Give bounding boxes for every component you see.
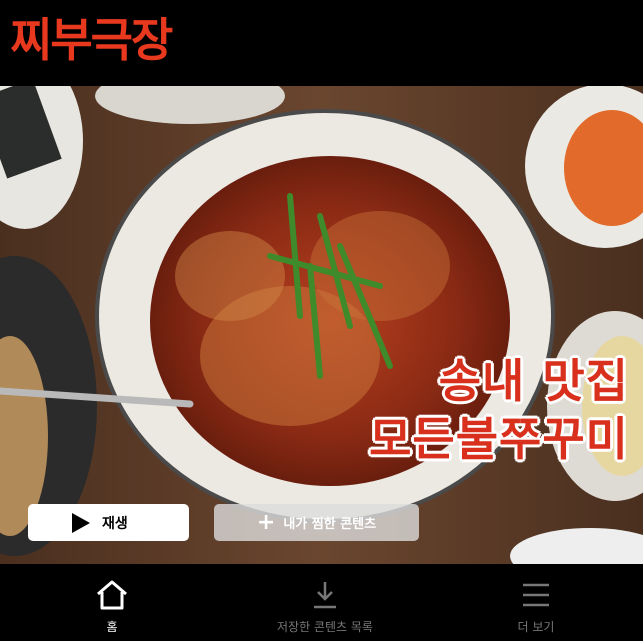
hero-title-line-1: 송내 맛집 <box>438 354 629 408</box>
home-icon <box>97 580 127 610</box>
play-button[interactable]: 재생 <box>28 504 189 541</box>
nav-item-more-label: 더 보기 <box>517 620 555 634</box>
nav-item-saved[interactable]: 저장한 콘텐츠 목록 <box>255 564 395 641</box>
play-icon <box>72 513 90 533</box>
app-logo[interactable]: 찌부극장 <box>10 12 173 68</box>
bottom-nav: 홈 저장한 콘텐츠 목록 더 보기 <box>0 564 643 641</box>
hero-title: 송내 맛집 모든불쭈꾸미 <box>369 352 629 468</box>
nav-item-home-label: 홈 <box>106 620 118 634</box>
nav-item-more[interactable]: 더 보기 <box>500 564 572 641</box>
plus-icon: + <box>256 509 276 535</box>
play-button-label: 재생 <box>102 515 128 532</box>
nav-item-saved-label: 저장한 콘텐츠 목록 <box>277 620 373 634</box>
app-header: 찌부극장 <box>0 0 643 86</box>
add-to-my-list-button[interactable]: + 내가 찜한 콘텐츠 <box>214 504 419 541</box>
add-to-my-list-label: 내가 찜한 콘텐츠 <box>283 517 377 532</box>
download-icon <box>314 582 336 609</box>
menu-icon <box>523 583 549 607</box>
hero-banner[interactable]: 송내 맛집 모든불쭈꾸미 <box>0 86 643 564</box>
hero-title-line-2: 모든불쭈꾸미 <box>369 412 629 466</box>
nav-item-home[interactable]: 홈 <box>82 564 142 641</box>
hero-image <box>0 86 643 564</box>
